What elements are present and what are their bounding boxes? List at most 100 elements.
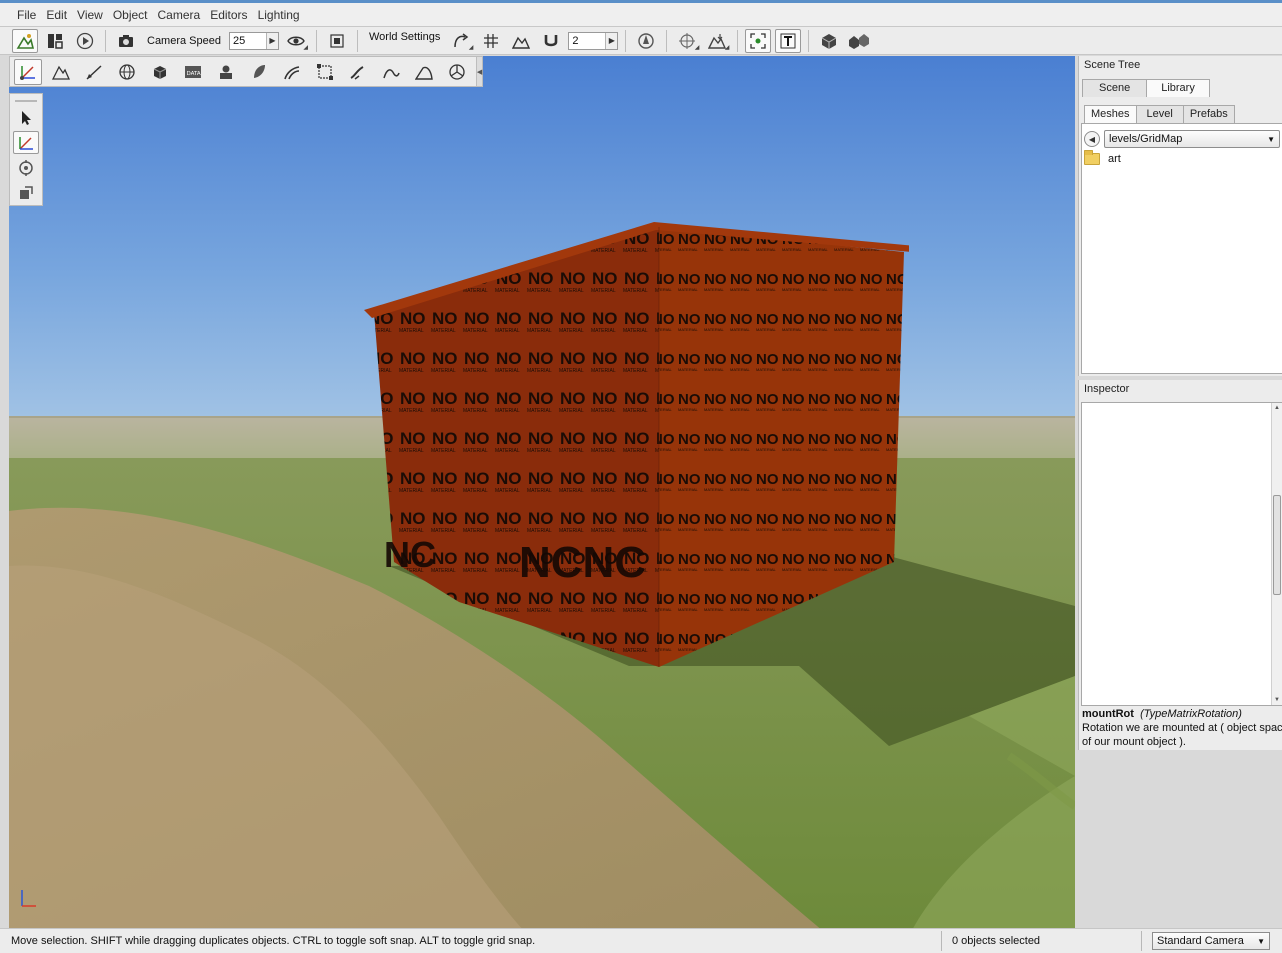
- add-object-button[interactable]: [816, 29, 842, 53]
- terrain-snap-button[interactable]: [508, 29, 534, 53]
- grid-snap-button[interactable]: [478, 29, 504, 53]
- world-editor-button[interactable]: [12, 28, 38, 53]
- tab-scene[interactable]: Scene: [1082, 79, 1148, 97]
- palette-grip[interactable]: [15, 100, 37, 102]
- shape-editor-tool[interactable]: [377, 59, 405, 85]
- world-editor-icon: [16, 33, 34, 49]
- object-center-icon: [638, 32, 655, 49]
- scroll-down-icon[interactable]: ▼: [1272, 695, 1282, 705]
- chevron-down-icon: ▼: [1267, 134, 1275, 144]
- visibility-button[interactable]: ◢: [283, 29, 309, 53]
- cube-icon: [153, 65, 167, 79]
- play-game-button[interactable]: [72, 29, 98, 53]
- svg-text:DATA: DATA: [187, 71, 201, 77]
- tab-prefabs[interactable]: Prefabs: [1182, 105, 1235, 123]
- menu-camera[interactable]: Camera: [153, 5, 206, 25]
- gui-editor-button[interactable]: [42, 29, 68, 53]
- road-editor-tool[interactable]: [278, 59, 306, 85]
- scroll-up-icon[interactable]: ▲: [1272, 403, 1282, 413]
- select-tool[interactable]: [13, 106, 39, 129]
- box-mesh[interactable]: NO MATERIAL NO MATERIAL NCNC NC: [364, 222, 909, 672]
- play-icon: [76, 32, 94, 49]
- toolbar-separator: [666, 29, 668, 52]
- dropdown-arrow-icon: ◢: [303, 44, 308, 51]
- toolbar-separator: [808, 29, 810, 52]
- chevron-right-icon[interactable]: ▶: [605, 32, 618, 49]
- river-icon: [350, 65, 364, 80]
- text-icon: [780, 33, 796, 48]
- tab-library[interactable]: Library: [1146, 79, 1210, 97]
- inspector-fields[interactable]: ▲ ▼: [1081, 402, 1282, 706]
- scene-tree-tabs: Scene Library: [1082, 79, 1210, 97]
- camera-mode-select[interactable]: Standard Camera ▼: [1152, 932, 1270, 950]
- prefab-icon: [849, 33, 870, 49]
- menu-editors[interactable]: Editors: [205, 5, 252, 25]
- move-tool[interactable]: [13, 131, 39, 154]
- convex-editor-tool[interactable]: [443, 59, 471, 85]
- scene-tree-panel: Scene Tree Scene Library Meshes Level Pr…: [1078, 56, 1282, 376]
- grid-size-value[interactable]: 2: [569, 35, 605, 47]
- menu-view[interactable]: View: [72, 5, 108, 25]
- object-center-button[interactable]: [633, 29, 659, 53]
- field-name: mountRot: [1082, 708, 1134, 720]
- menu-edit[interactable]: Edit: [41, 5, 72, 25]
- prefab-button[interactable]: [846, 29, 872, 53]
- grid-size-stepper[interactable]: 2 ▶: [568, 31, 619, 50]
- object-editor-tool[interactable]: [14, 58, 42, 85]
- eye-icon: [287, 36, 305, 45]
- sketch-tool[interactable]: [113, 59, 141, 85]
- soft-snap-button[interactable]: [538, 29, 564, 53]
- toolbar-collapse-handle[interactable]: ◀: [476, 57, 482, 86]
- camera-speed-value[interactable]: 25: [230, 35, 266, 47]
- decal-editor-tool[interactable]: [311, 59, 339, 85]
- datablock-icon: DATA: [185, 65, 201, 78]
- svg-text:NCNC: NCNC: [519, 538, 646, 587]
- navmesh-editor-tool[interactable]: [410, 59, 438, 85]
- axis-gizmo: [21, 890, 36, 907]
- terrain-icon: [52, 65, 70, 80]
- chevron-down-icon: ▼: [1257, 936, 1265, 946]
- crosshair-icon: [679, 32, 696, 49]
- grid-icon: [484, 33, 499, 48]
- camera-speed-stepper[interactable]: 25 ▶: [229, 31, 279, 50]
- datablock-editor-tool[interactable]: DATA: [179, 59, 207, 85]
- scale-tool[interactable]: [13, 181, 39, 204]
- drop-location-button[interactable]: ◢: [704, 29, 730, 53]
- menu-lighting[interactable]: Lighting: [253, 5, 305, 25]
- folder-item[interactable]: art: [1084, 150, 1121, 165]
- particle-editor-tool[interactable]: [212, 59, 240, 85]
- tab-level[interactable]: Level: [1135, 105, 1184, 123]
- library-path-select[interactable]: levels/GridMap ▼: [1104, 130, 1280, 148]
- terrain-editor-tool[interactable]: [47, 59, 75, 85]
- layout-icon: [48, 33, 63, 49]
- world-settings-label[interactable]: World Settings: [365, 31, 444, 43]
- back-button[interactable]: ◀: [1084, 131, 1100, 147]
- selection-center-button[interactable]: [745, 28, 772, 53]
- snap-rotate-button[interactable]: ◢: [448, 29, 474, 53]
- fit-view-button[interactable]: [324, 29, 350, 53]
- status-message: Move selection. SHIFT while dragging dup…: [0, 931, 942, 951]
- menu-object[interactable]: Object: [108, 5, 153, 25]
- rotate-tool[interactable]: [13, 156, 39, 179]
- text-labels-button[interactable]: [775, 28, 802, 53]
- menu-file[interactable]: File: [12, 5, 41, 25]
- inspector-scrollbar[interactable]: ▲ ▼: [1271, 403, 1282, 705]
- fit-view-icon: [330, 33, 344, 48]
- 3d-viewport[interactable]: NO MATERIAL NO MATERIAL NCNC NC: [9, 56, 1075, 928]
- tab-meshes[interactable]: Meshes: [1084, 105, 1137, 123]
- camera-button[interactable]: [113, 29, 139, 53]
- select-center-icon: [750, 32, 766, 49]
- forest-editor-tool[interactable]: [245, 59, 273, 85]
- editor-tools-toolbar: DATA ◀: [9, 56, 483, 87]
- brush-icon: [86, 64, 102, 80]
- bounds-center-button[interactable]: ◢: [674, 29, 700, 53]
- status-bar: Move selection. SHIFT while dragging dup…: [0, 928, 1282, 953]
- scrollbar-thumb[interactable]: [1273, 495, 1281, 595]
- folder-icon: [1084, 150, 1100, 165]
- terrain-painter-tool[interactable]: [80, 59, 108, 85]
- editor-window: NO MATERIAL NO MATERIAL NCNC NC: [0, 0, 1282, 953]
- river-editor-tool[interactable]: [344, 59, 372, 85]
- dropdown-arrow-icon: ◢: [694, 44, 700, 51]
- mesh-road-tool[interactable]: [146, 59, 174, 85]
- chevron-right-icon[interactable]: ▶: [266, 32, 278, 49]
